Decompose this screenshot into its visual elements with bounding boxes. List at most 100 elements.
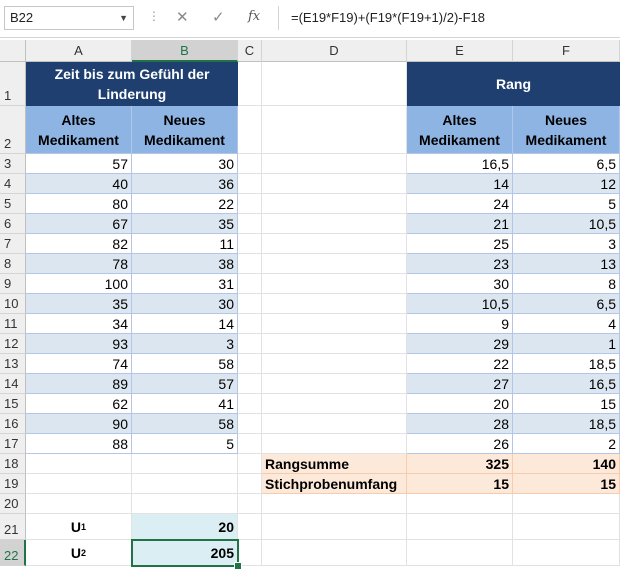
- column-header-a[interactable]: A: [26, 40, 132, 62]
- left-table-cell[interactable]: 88: [26, 434, 132, 454]
- right-table-cell[interactable]: 14: [407, 174, 513, 194]
- grid-cell[interactable]: [238, 474, 262, 494]
- grid-cell[interactable]: [407, 514, 513, 540]
- grid-cell[interactable]: [262, 394, 407, 414]
- left-table-cell[interactable]: 89: [26, 374, 132, 394]
- row-header-11[interactable]: 11: [0, 314, 26, 334]
- grid-cell[interactable]: [262, 274, 407, 294]
- grid-cell[interactable]: [513, 514, 620, 540]
- row-header-20[interactable]: 20: [0, 494, 26, 514]
- grid-cell[interactable]: [262, 106, 407, 154]
- right-table-cell[interactable]: 6,5: [513, 154, 620, 174]
- grid-cell[interactable]: [238, 414, 262, 434]
- left-table-cell[interactable]: 80: [26, 194, 132, 214]
- row-header-1[interactable]: 1: [0, 62, 26, 106]
- grid-cell[interactable]: [262, 540, 407, 566]
- left-table-cell[interactable]: 82: [26, 234, 132, 254]
- right-table-cell[interactable]: 10,5: [407, 294, 513, 314]
- right-table-cell[interactable]: 24: [407, 194, 513, 214]
- grid-cell[interactable]: [262, 174, 407, 194]
- grid-cell[interactable]: [238, 454, 262, 474]
- grid-cell[interactable]: [407, 494, 513, 514]
- cancel-icon[interactable]: ✕: [176, 8, 189, 26]
- right-table-cell[interactable]: 4: [513, 314, 620, 334]
- fill-handle[interactable]: [234, 562, 242, 570]
- row-header-2[interactable]: 2: [0, 106, 26, 154]
- left-table-cell[interactable]: 58: [132, 354, 238, 374]
- left-table-cell[interactable]: 100: [26, 274, 132, 294]
- left-table-cell[interactable]: 5: [132, 434, 238, 454]
- grid-cell[interactable]: [132, 474, 238, 494]
- left-table-cell[interactable]: 36: [132, 174, 238, 194]
- insert-function-icon[interactable]: fx: [248, 9, 260, 24]
- u-value[interactable]: 20: [132, 514, 238, 540]
- left-table-cell[interactable]: 34: [26, 314, 132, 334]
- right-table-cell[interactable]: 22: [407, 354, 513, 374]
- chevron-down-icon[interactable]: ▼: [119, 7, 128, 29]
- grid-cell[interactable]: [262, 234, 407, 254]
- left-table-cell[interactable]: 90: [26, 414, 132, 434]
- grid-cell[interactable]: [262, 194, 407, 214]
- row-header-18[interactable]: 18: [0, 454, 26, 474]
- u-value[interactable]: 205: [132, 540, 238, 566]
- grid-cell[interactable]: [238, 314, 262, 334]
- grid-cell[interactable]: [238, 106, 262, 154]
- right-table-cell[interactable]: 1: [513, 334, 620, 354]
- left-table-cell[interactable]: 78: [26, 254, 132, 274]
- grid-cell[interactable]: [238, 214, 262, 234]
- left-table-cell[interactable]: 22: [132, 194, 238, 214]
- grid-cell[interactable]: [262, 62, 407, 106]
- left-table-cell[interactable]: 14: [132, 314, 238, 334]
- row-header-17[interactable]: 17: [0, 434, 26, 454]
- grid-cell[interactable]: [262, 434, 407, 454]
- grid-cell[interactable]: [262, 294, 407, 314]
- right-table-cell[interactable]: 20: [407, 394, 513, 414]
- column-header-c[interactable]: C: [238, 40, 262, 62]
- grid-cell[interactable]: [262, 514, 407, 540]
- grid-cell[interactable]: [132, 454, 238, 474]
- left-table-cell[interactable]: 31: [132, 274, 238, 294]
- right-table-cell[interactable]: 13: [513, 254, 620, 274]
- row-header-12[interactable]: 12: [0, 334, 26, 354]
- grid-cell[interactable]: [238, 294, 262, 314]
- row-header-16[interactable]: 16: [0, 414, 26, 434]
- row-header-5[interactable]: 5: [0, 194, 26, 214]
- row-header-8[interactable]: 8: [0, 254, 26, 274]
- grid-cell[interactable]: [26, 494, 132, 514]
- summary-value-e[interactable]: 15: [407, 474, 513, 494]
- right-table-cell[interactable]: 21: [407, 214, 513, 234]
- row-header-9[interactable]: 9: [0, 274, 26, 294]
- grid-cell[interactable]: [262, 154, 407, 174]
- right-table-cell[interactable]: 23: [407, 254, 513, 274]
- left-table-cell[interactable]: 3: [132, 334, 238, 354]
- right-table-cell[interactable]: 27: [407, 374, 513, 394]
- summary-value-f[interactable]: 140: [513, 454, 620, 474]
- formula-input[interactable]: =(E19*F19)+(F19*(F19+1)/2)-F18: [278, 6, 620, 30]
- grid-cell[interactable]: [238, 234, 262, 254]
- right-table-cell[interactable]: 26: [407, 434, 513, 454]
- grid-cell[interactable]: [238, 154, 262, 174]
- row-header-6[interactable]: 6: [0, 214, 26, 234]
- grid-cell[interactable]: [238, 194, 262, 214]
- grid-cell[interactable]: [132, 494, 238, 514]
- right-table-cell[interactable]: 3: [513, 234, 620, 254]
- grid-cell[interactable]: [262, 254, 407, 274]
- column-header-f[interactable]: F: [513, 40, 620, 62]
- row-header-21[interactable]: 21: [0, 514, 26, 540]
- grid-cell[interactable]: [238, 434, 262, 454]
- right-table-cell[interactable]: 29: [407, 334, 513, 354]
- left-table-cell[interactable]: 35: [132, 214, 238, 234]
- left-table-cell[interactable]: 93: [26, 334, 132, 354]
- right-table-cell[interactable]: 6,5: [513, 294, 620, 314]
- grid-cell[interactable]: [513, 540, 620, 566]
- left-table-cell[interactable]: 30: [132, 154, 238, 174]
- right-table-cell[interactable]: 16,5: [407, 154, 513, 174]
- left-table-cell[interactable]: 67: [26, 214, 132, 234]
- grid-cell[interactable]: [238, 254, 262, 274]
- right-table-cell[interactable]: 8: [513, 274, 620, 294]
- enter-check-icon[interactable]: ✓: [212, 8, 225, 26]
- grid-cell[interactable]: [262, 374, 407, 394]
- left-table-cell[interactable]: 30: [132, 294, 238, 314]
- grid-cell[interactable]: [26, 474, 132, 494]
- left-table-cell[interactable]: 11: [132, 234, 238, 254]
